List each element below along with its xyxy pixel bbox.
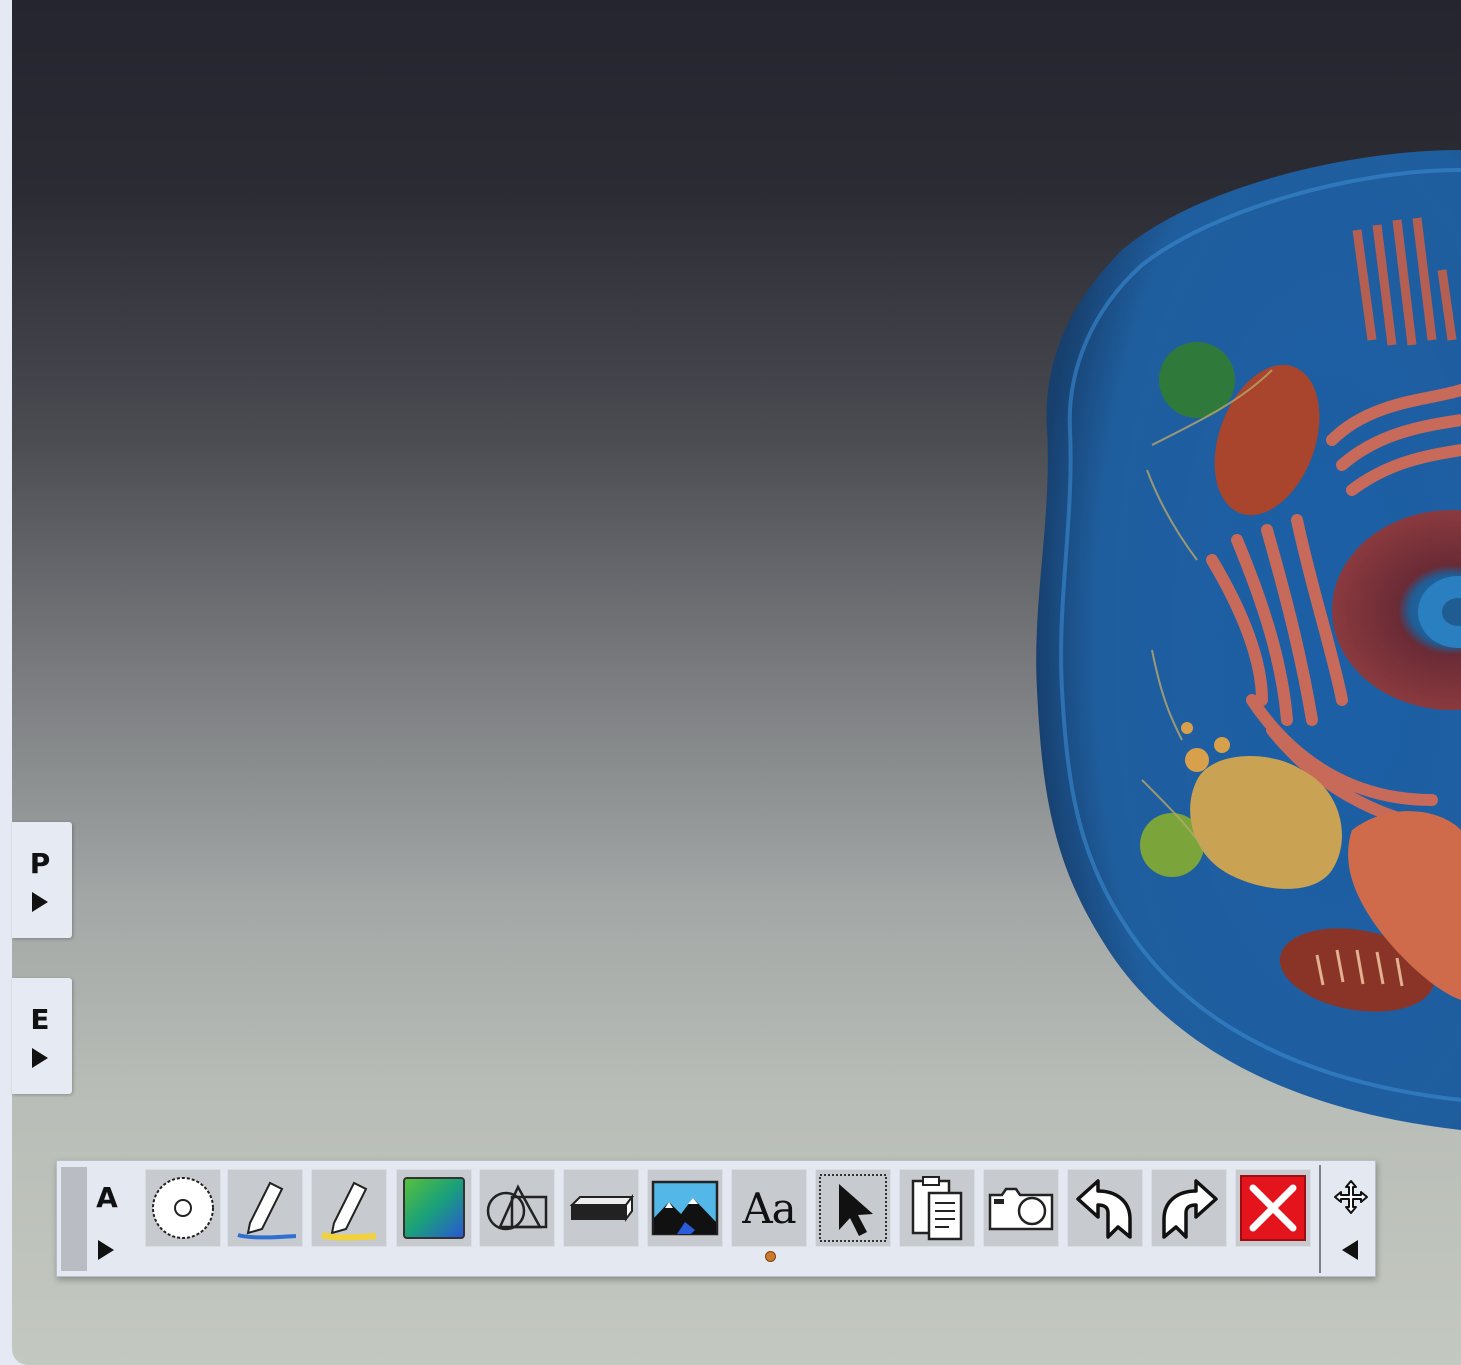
text-icon: Aa bbox=[742, 1183, 796, 1233]
clipboard-icon bbox=[911, 1176, 963, 1241]
undo-button[interactable] bbox=[1067, 1169, 1143, 1247]
highlighter-tool-button[interactable] bbox=[311, 1169, 387, 1247]
close-toolbar-button[interactable] bbox=[1235, 1169, 1311, 1247]
spotlight-tool-button[interactable] bbox=[145, 1169, 221, 1247]
move-icon[interactable] bbox=[1333, 1179, 1369, 1215]
screenshot-tool-button[interactable] bbox=[983, 1169, 1059, 1247]
saw-blade-icon bbox=[152, 1177, 214, 1239]
expand-arrow-icon[interactable] bbox=[32, 892, 48, 912]
pen-tool-button[interactable] bbox=[227, 1169, 303, 1247]
undo-icon bbox=[1076, 1179, 1132, 1239]
clipboard-tool-button[interactable] bbox=[899, 1169, 975, 1247]
side-tab-e-letter: E bbox=[30, 1003, 50, 1036]
eraser-tool-button[interactable] bbox=[563, 1169, 639, 1247]
shapes-tool-button[interactable] bbox=[479, 1169, 555, 1247]
redo-icon bbox=[1162, 1179, 1218, 1239]
text-tool-button[interactable]: Aa bbox=[731, 1169, 807, 1247]
side-tab-e[interactable]: E bbox=[12, 978, 72, 1094]
eraser-icon bbox=[569, 1194, 634, 1222]
highlighter-icon bbox=[321, 1181, 377, 1241]
annotation-toolbar: A Aa bbox=[56, 1160, 1376, 1277]
toolbar-grip[interactable] bbox=[61, 1167, 87, 1271]
pen-icon bbox=[237, 1181, 297, 1240]
toolbar-letter: A bbox=[96, 1181, 118, 1214]
collapse-arrow-icon[interactable] bbox=[1342, 1240, 1358, 1260]
color-tool-button[interactable] bbox=[396, 1169, 472, 1247]
color-picker-icon bbox=[403, 1177, 465, 1239]
image-icon bbox=[651, 1180, 719, 1236]
redo-button[interactable] bbox=[1151, 1169, 1227, 1247]
close-icon bbox=[1240, 1175, 1306, 1241]
active-indicator-dot bbox=[765, 1251, 776, 1262]
shapes-icon bbox=[486, 1184, 548, 1231]
expand-arrow-icon[interactable] bbox=[32, 1048, 48, 1068]
toolbar-expand-arrow-icon[interactable] bbox=[98, 1240, 114, 1260]
side-tab-p[interactable]: P bbox=[12, 822, 72, 938]
image-tool-button[interactable] bbox=[647, 1169, 723, 1247]
side-tab-p-letter: P bbox=[29, 847, 51, 880]
camera-icon bbox=[988, 1187, 1054, 1231]
select-cursor-icon bbox=[819, 1174, 887, 1242]
select-tool-button[interactable] bbox=[815, 1169, 891, 1247]
toolbar-divider bbox=[1319, 1165, 1321, 1273]
